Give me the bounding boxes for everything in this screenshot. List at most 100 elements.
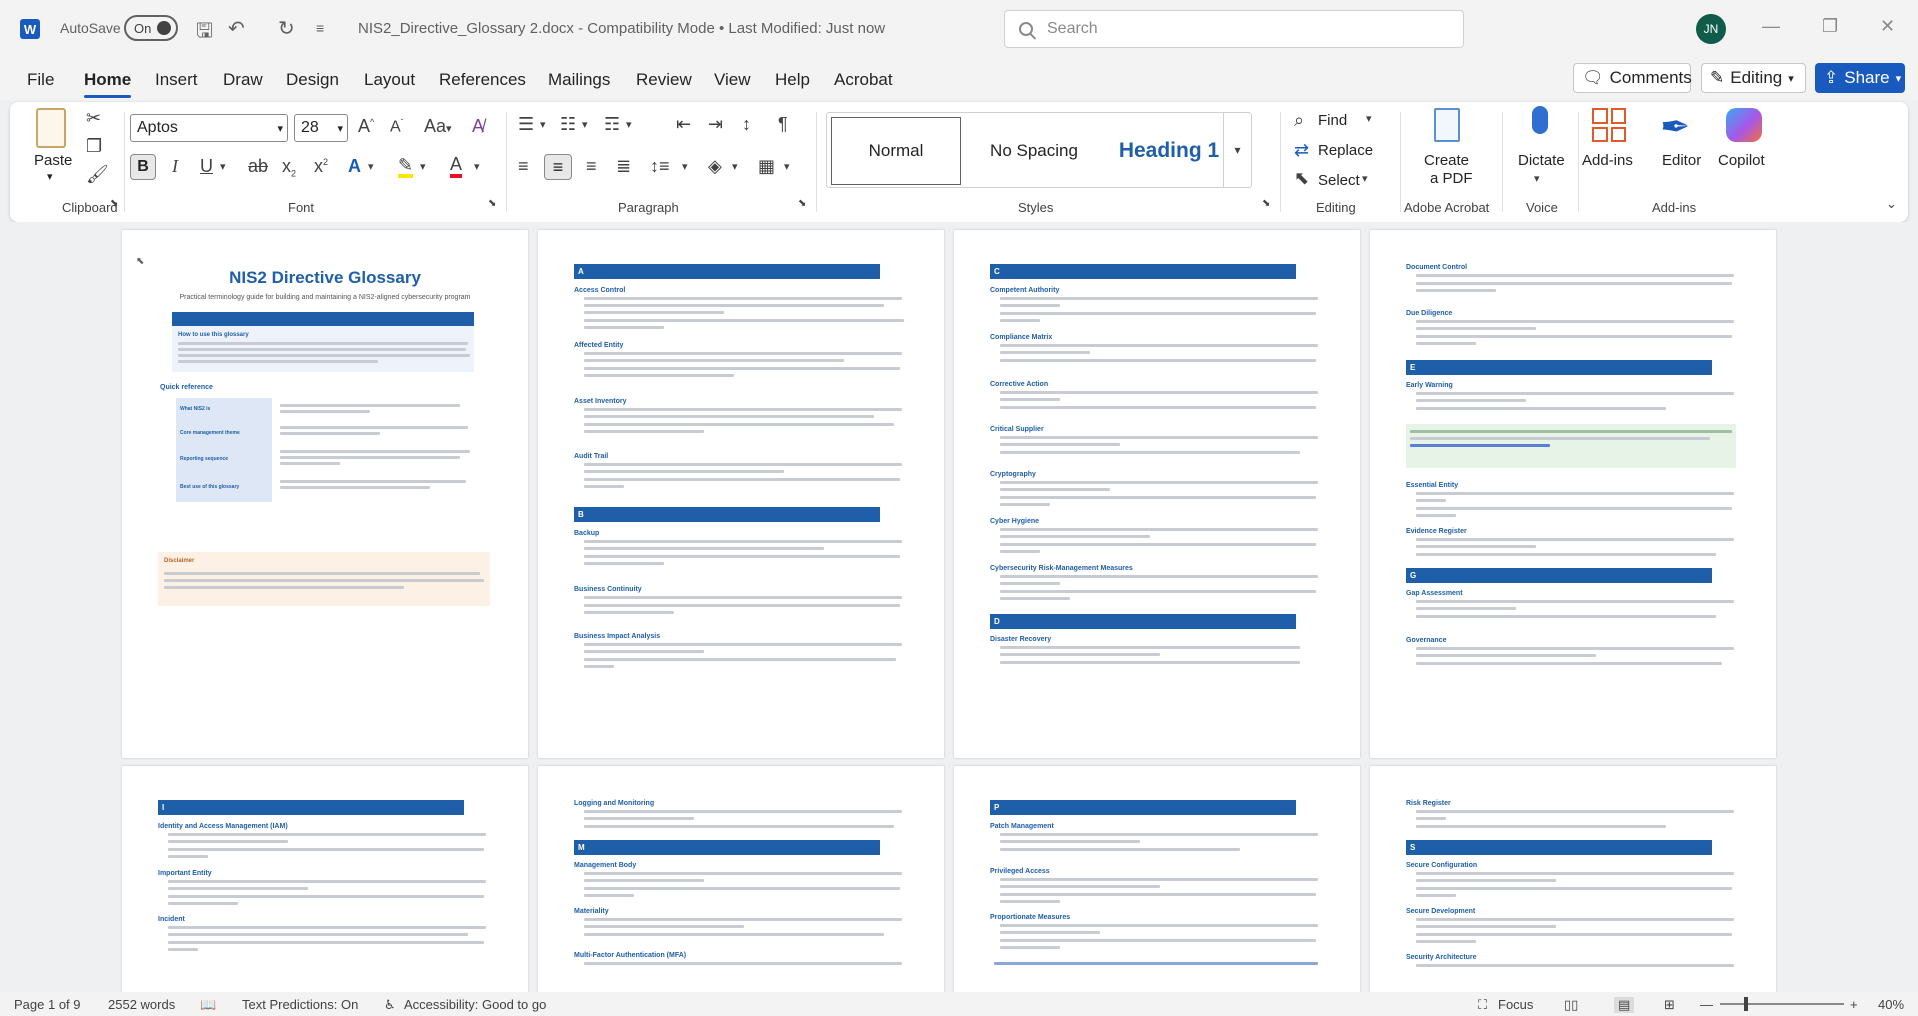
zoom-in-icon[interactable]: + [1850, 997, 1858, 1012]
microphone-icon[interactable] [1532, 106, 1548, 134]
redo-icon[interactable]: ↻ [278, 16, 295, 41]
read-mode-icon[interactable]: ▯▯ [1564, 997, 1578, 1013]
create-pdf-icon[interactable] [1434, 108, 1460, 142]
editor-icon[interactable]: ✒ [1660, 106, 1690, 148]
close-icon[interactable]: ✕ [1880, 16, 1895, 37]
autosave-toggle[interactable]: On [124, 15, 178, 41]
increase-indent-icon[interactable]: ⇥ [708, 114, 723, 135]
chevron-down-icon[interactable]: ▾ [220, 160, 226, 173]
web-layout-icon[interactable]: ⊞ [1664, 997, 1675, 1013]
chevron-down-icon[interactable]: ▾ [682, 160, 688, 173]
text-predictions[interactable]: Text Predictions: On [242, 997, 358, 1012]
link-line[interactable] [1410, 444, 1550, 447]
avatar[interactable]: JN [1696, 14, 1726, 44]
page-6[interactable]: Logging and Monitoring M Management Body… [538, 766, 944, 992]
find-icon[interactable]: ⌕ [1294, 110, 1304, 131]
page-8[interactable]: Risk Register S Secure Configuration Sec… [1370, 766, 1776, 992]
bold-button[interactable]: B [130, 154, 156, 180]
focus-button[interactable]: Focus [1498, 997, 1533, 1012]
grow-font-icon[interactable]: A^ [358, 116, 374, 137]
sort-icon[interactable]: ↕ [742, 114, 751, 135]
accessibility-status[interactable]: Accessibility: Good to go [404, 997, 546, 1012]
align-center-button[interactable]: ≡ [544, 154, 572, 180]
link-line[interactable] [994, 962, 1318, 965]
document-canvas[interactable]: ⬉ NIS2 Directive Glossary Practical term… [0, 222, 1918, 992]
chevron-down-icon[interactable]: ▾ [626, 118, 632, 131]
editor-label[interactable]: Editor [1662, 152, 1701, 169]
align-left-icon[interactable]: ≡ [518, 156, 529, 177]
comments-button[interactable]: 🗨 Comments [1573, 63, 1692, 93]
tab-view[interactable]: View [714, 70, 751, 90]
dialog-launcher-icon[interactable]: ⬊ [798, 198, 806, 209]
page-5[interactable]: I Identity and Access Management (IAM) I… [122, 766, 528, 992]
print-layout-icon[interactable]: ▤ [1614, 997, 1635, 1013]
replace-icon[interactable]: ⇄ [1294, 140, 1309, 161]
tab-references[interactable]: References [439, 70, 526, 90]
share-button[interactable]: ⇪ Share ▾ [1815, 63, 1905, 93]
chevron-down-icon[interactable]: ▾ [582, 118, 588, 131]
zoom-slider[interactable] [1720, 997, 1844, 1011]
decrease-indent-icon[interactable]: ⇤ [676, 114, 691, 135]
document-title[interactable]: NIS2_Directive_Glossary 2.docx - Compati… [358, 20, 885, 37]
zoom-level[interactable]: 40% [1878, 997, 1904, 1012]
chevron-down-icon[interactable]: ▾ [420, 160, 426, 173]
maximize-icon[interactable]: ❐ [1822, 16, 1838, 37]
dialog-launcher-icon[interactable]: ⬊ [488, 198, 496, 209]
paste-icon[interactable] [36, 108, 66, 148]
collapse-ribbon-icon[interactable]: ⌄ [1886, 196, 1897, 212]
dialog-launcher-icon[interactable]: ⬊ [110, 198, 118, 209]
dialog-launcher-icon[interactable]: ⬊ [1262, 198, 1270, 209]
tab-insert[interactable]: Insert [155, 70, 198, 90]
tab-acrobat[interactable]: Acrobat [834, 70, 893, 90]
select-label[interactable]: Select [1318, 172, 1360, 189]
justify-icon[interactable]: ≣ [616, 156, 631, 177]
style-normal[interactable]: Normal [831, 117, 961, 185]
line-spacing-icon[interactable]: ↕≡ [650, 156, 670, 177]
page-3[interactable]: C Competent Authority Compliance Matrix … [954, 230, 1360, 758]
change-case-icon[interactable]: Aa▾ [424, 116, 452, 137]
borders-icon[interactable]: ▦ [758, 156, 775, 177]
minimize-icon[interactable]: — [1762, 16, 1780, 37]
replace-label[interactable]: Replace [1318, 142, 1373, 159]
chevron-down-icon[interactable]: ▾ [540, 118, 546, 131]
zoom-slider-thumb[interactable] [1744, 997, 1748, 1011]
dictate-label[interactable]: Dictate [1518, 152, 1565, 169]
find-label[interactable]: Find [1318, 112, 1347, 129]
style-no-spacing[interactable]: No Spacing [967, 117, 1101, 185]
create-pdf-label-1[interactable]: Create [1424, 152, 1469, 169]
shading-icon[interactable]: ◈ [708, 156, 722, 177]
proofing-icon[interactable]: 📖 [200, 997, 216, 1013]
chevron-down-icon[interactable]: ▾ [1362, 172, 1368, 185]
multilevel-list-icon[interactable]: ☶ [604, 114, 620, 135]
show-formatting-icon[interactable]: ¶ [778, 114, 788, 135]
align-right-icon[interactable]: ≡ [586, 156, 597, 177]
cut-icon[interactable]: ✂ [86, 108, 101, 129]
underline-icon[interactable]: U [200, 156, 213, 177]
style-heading-1[interactable]: Heading 1 [1107, 117, 1231, 185]
format-painter-icon[interactable]: 🖌 [86, 164, 109, 185]
chevron-down-icon[interactable]: ▾ [1366, 112, 1372, 125]
clear-formatting-icon[interactable]: A̸ [472, 116, 484, 137]
page-count[interactable]: Page 1 of 9 [14, 997, 81, 1012]
addins-label[interactable]: Add-ins [1582, 152, 1633, 169]
highlight-icon[interactable]: ✎ [398, 156, 414, 178]
tab-file[interactable]: File [27, 70, 54, 90]
page-2[interactable]: A Access Control Affected Entity Asset I… [538, 230, 944, 758]
font-color-icon[interactable]: A [450, 154, 463, 178]
chevron-down-icon[interactable]: ▾ [784, 160, 790, 173]
save-icon[interactable]: 🖫 [196, 16, 213, 50]
text-effects-icon[interactable]: A [348, 156, 361, 177]
select-icon[interactable]: ⬉ [1294, 168, 1309, 189]
chevron-down-icon[interactable]: ▾ [732, 160, 738, 173]
paste-label[interactable]: Paste [34, 152, 72, 169]
zoom-out-icon[interactable]: — [1700, 997, 1713, 1012]
copilot-label[interactable]: Copilot [1718, 152, 1765, 169]
tab-review[interactable]: Review [636, 70, 692, 90]
subscript-icon[interactable]: x2 [282, 156, 296, 179]
tab-layout[interactable]: Layout [364, 70, 415, 90]
tab-draw[interactable]: Draw [223, 70, 263, 90]
italic-icon[interactable]: I [172, 156, 178, 177]
bullets-icon[interactable]: ☰ [518, 114, 534, 135]
page-7[interactable]: P Patch Management Privileged Access Pro… [954, 766, 1360, 992]
tab-design[interactable]: Design [286, 70, 339, 90]
